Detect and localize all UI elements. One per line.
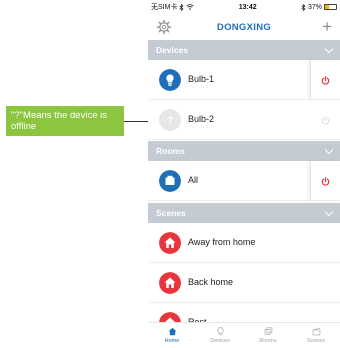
battery-fill [325, 5, 330, 9]
power-icon [321, 176, 330, 186]
tab-scenes[interactable]: Scenes [292, 323, 340, 348]
offline-question-icon: ? [159, 109, 181, 131]
device-power-button-disabled [310, 100, 340, 140]
offline-annotation-text: "?"Means the device is offline [11, 110, 107, 132]
home-icon [168, 327, 176, 336]
rooms-section-label: Rooms [156, 146, 185, 156]
add-button[interactable]: + [322, 18, 332, 35]
scenes-section-label: Scenes [156, 208, 186, 218]
device-row-bulb-2[interactable]: ? Bulb-2 [148, 100, 340, 140]
status-bar: 无SIM卡 13:42 37% [148, 0, 340, 14]
tab-label: Rooms [259, 338, 277, 344]
tab-devices[interactable]: Devices [196, 323, 244, 348]
devices-section-header[interactable]: Devices [148, 40, 340, 60]
offline-annotation-callout: "?"Means the device is offline [6, 106, 124, 136]
room-row-all[interactable]: All [148, 161, 340, 201]
room-power-button[interactable] [310, 161, 340, 201]
top-nav-bar: DONGXING + [148, 14, 340, 40]
bulb-icon [159, 69, 181, 91]
room-icon [264, 327, 272, 335]
phone-screen: 无SIM卡 13:42 37% DONGXING + Devices Bulb-… [148, 0, 340, 348]
device-power-button[interactable] [310, 60, 340, 100]
app-title: DONGXING [216, 21, 272, 33]
tab-label: Home [164, 338, 180, 344]
battery-icon [324, 4, 337, 10]
scene-row-back-home[interactable]: Back home [148, 263, 340, 303]
svg-text:?: ? [167, 116, 173, 127]
power-icon [321, 115, 329, 125]
chevron-down-icon[interactable] [324, 44, 334, 53]
bluetooth-icon [179, 3, 184, 11]
wifi-icon [186, 4, 195, 10]
carrier-text: 无SIM卡 [151, 4, 178, 11]
room-icon [159, 170, 181, 192]
scenes-section-header[interactable]: Scenes [148, 203, 340, 223]
scene-icon [312, 327, 320, 336]
settings-gear-icon[interactable] [156, 19, 172, 35]
bluetooth-icon [301, 3, 306, 11]
chevron-down-icon[interactable] [324, 145, 334, 154]
chevron-down-icon[interactable] [324, 207, 334, 216]
scene-home-icon [159, 232, 181, 254]
device-label: Bulb-1 [188, 74, 215, 84]
scene-label: Back home [188, 277, 234, 287]
bottom-tab-bar: Home Devices Rooms Scenes [148, 322, 340, 348]
rooms-section-header[interactable]: Rooms [148, 141, 340, 161]
device-label: Bulb-2 [188, 114, 215, 124]
scene-label: Away from home [188, 237, 256, 247]
tab-home[interactable]: Home [148, 323, 196, 348]
bulb-icon [216, 327, 224, 336]
tab-label: Scenes [306, 338, 326, 344]
status-time: 13:42 [238, 3, 257, 11]
room-label: All [188, 175, 199, 185]
devices-section-label: Devices [156, 45, 189, 55]
power-icon [321, 75, 330, 85]
tab-rooms[interactable]: Rooms [244, 323, 292, 348]
device-row-bulb-1[interactable]: Bulb-1 [148, 60, 340, 100]
battery-percent: 37% [307, 3, 322, 11]
scene-home-icon [159, 272, 181, 294]
tab-label: Devices [210, 338, 230, 344]
scene-row-away-from-home[interactable]: Away from home [148, 223, 340, 263]
